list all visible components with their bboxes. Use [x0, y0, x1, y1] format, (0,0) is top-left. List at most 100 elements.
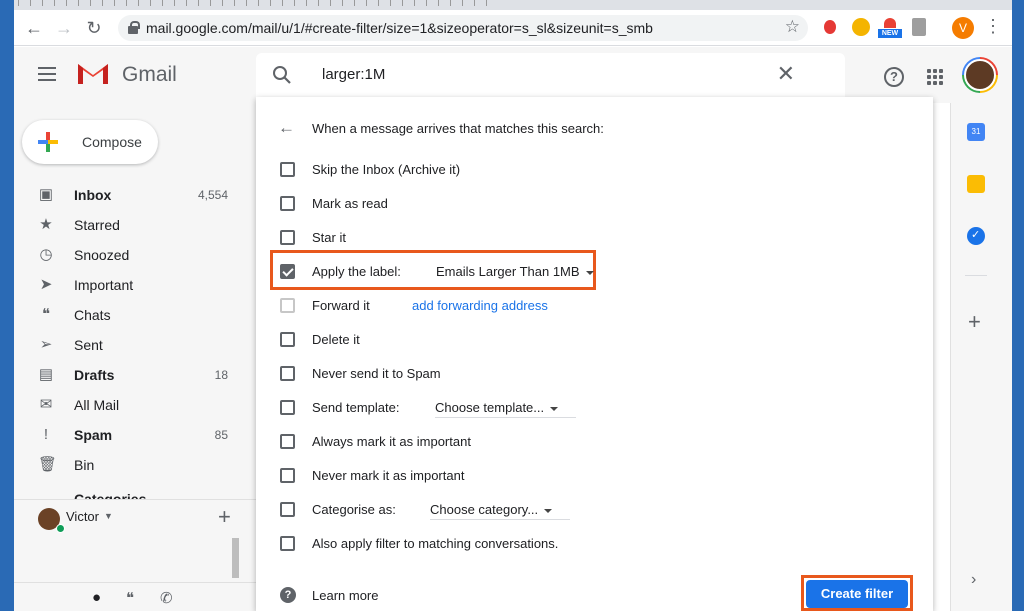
lock-icon — [128, 21, 140, 34]
compose-button[interactable]: Compose — [22, 120, 158, 164]
option-categorise[interactable]: Categorise as: Choose category... — [280, 498, 840, 522]
extension-red-icon[interactable] — [824, 20, 836, 34]
sidebar-item-chats[interactable]: ❝ Chats — [14, 300, 256, 330]
extension-ball-icon[interactable] — [852, 18, 870, 36]
learn-more-link[interactable]: Learn more — [312, 588, 378, 603]
star-it-checkbox[interactable] — [280, 230, 295, 245]
tab-fragment — [186, 0, 194, 6]
category-select[interactable]: Choose category... — [430, 502, 571, 520]
option-forward-it[interactable]: Forward it add forwarding address — [280, 294, 840, 318]
create-filter-button[interactable]: Create filter — [806, 580, 908, 608]
never-spam-checkbox[interactable] — [280, 366, 295, 381]
option-label: Skip the Inbox (Archive it) — [312, 162, 461, 177]
apps-grid-icon[interactable] — [927, 69, 943, 85]
tasks-icon[interactable] — [967, 227, 985, 245]
keep-icon[interactable] — [967, 175, 985, 193]
compose-plus-icon — [38, 132, 58, 152]
back-arrow-icon[interactable]: ← — [22, 16, 46, 40]
add-forwarding-address-link[interactable]: add forwarding address — [412, 298, 548, 313]
tab-fragment — [42, 0, 50, 6]
tab-fragment — [342, 0, 350, 6]
hangouts-scrollbar[interactable] — [232, 538, 239, 578]
back-arrow-icon[interactable]: ← — [278, 118, 295, 138]
browser-menu-icon[interactable]: ⋮ — [984, 16, 1002, 37]
sidebar-item-sent[interactable]: ➢ Sent — [14, 330, 256, 360]
conversations-tab-icon[interactable]: ❝ — [126, 589, 134, 607]
sidebar-item-label: Starred — [74, 217, 120, 233]
template-select[interactable]: Choose template... — [435, 400, 577, 418]
option-always-important[interactable]: Always mark it as important — [280, 430, 840, 454]
add-contact-icon[interactable]: + — [218, 504, 231, 530]
reload-icon[interactable]: ↻ — [82, 16, 106, 40]
sidebar-item-all-mail[interactable]: ✉ All Mail — [14, 390, 256, 420]
main-menu-icon[interactable] — [38, 67, 56, 81]
create-filter-highlight: Create filter — [801, 575, 913, 611]
search-input[interactable]: larger:1M — [322, 66, 385, 83]
apply-label-checkbox[interactable] — [280, 264, 295, 279]
compose-label: Compose — [82, 134, 142, 150]
forward-arrow-icon[interactable]: → — [52, 16, 76, 40]
account-avatar[interactable] — [962, 57, 998, 93]
sidebar-item-spam[interactable]: ! Spam 85 — [14, 420, 256, 450]
get-addons-icon[interactable]: + — [968, 309, 981, 335]
option-label: Delete it — [312, 332, 360, 347]
never-important-checkbox[interactable] — [280, 468, 295, 483]
clear-search-icon[interactable]: ✕ — [777, 61, 795, 87]
contacts-tab-icon[interactable]: ● — [92, 589, 101, 606]
option-never-important[interactable]: Never mark it as important — [280, 464, 840, 488]
tab-strip[interactable] — [14, 0, 1012, 10]
url-text[interactable]: mail.google.com/mail/u/1/#create-filter/… — [146, 20, 653, 36]
chevron-right-icon[interactable]: › — [971, 571, 976, 589]
search-icon[interactable] — [272, 65, 292, 85]
side-panel: 31 + › — [950, 103, 1012, 611]
sidebar-item-snoozed[interactable]: ◷ Snoozed — [14, 240, 256, 270]
sidebar-item-count: 18 — [214, 368, 228, 382]
option-label: Forward it — [312, 298, 370, 313]
left-sidebar: Compose ▣ Inbox 4,554 ★ Starred ◷ Snoozed ➤ Impo… — [14, 103, 256, 611]
sidebar-item-categories[interactable]: Categories — [14, 489, 256, 499]
sidebar-item-bin[interactable]: 🗑 Bin — [14, 450, 256, 480]
online-status-dot — [56, 524, 65, 533]
tab-fragment — [78, 0, 86, 6]
send-icon: ➢ — [39, 336, 53, 353]
option-never-spam[interactable]: Never send it to Spam — [280, 362, 840, 386]
calendar-icon[interactable]: 31 — [967, 123, 985, 141]
phone-tab-icon[interactable]: ✆ — [160, 589, 173, 607]
option-mark-read[interactable]: Mark as read — [280, 192, 840, 216]
categorise-checkbox[interactable] — [280, 502, 295, 517]
forward-it-checkbox[interactable] — [280, 298, 295, 313]
tab-fragment — [294, 0, 302, 6]
address-bar[interactable]: mail.google.com/mail/u/1/#create-filter/… — [118, 15, 808, 41]
always-important-checkbox[interactable] — [280, 434, 295, 449]
option-send-template[interactable]: Send template: Choose template... — [280, 396, 840, 420]
search-bar[interactable]: larger:1M ✕ — [256, 53, 845, 97]
delete-it-checkbox[interactable] — [280, 332, 295, 347]
sidebar-item-drafts[interactable]: ▤ Drafts 18 — [14, 360, 256, 390]
sidebar-item-starred[interactable]: ★ Starred — [14, 210, 256, 240]
sidebar-item-important[interactable]: ➤ Important — [14, 270, 256, 300]
bookmark-star-icon[interactable]: ☆ — [785, 17, 800, 37]
mark-read-checkbox[interactable] — [280, 196, 295, 211]
tab-fragment — [30, 0, 38, 6]
help-icon[interactable]: ? — [884, 67, 904, 87]
sidebar-item-label: Spam — [74, 427, 113, 443]
label-select[interactable]: Emails Larger Than 1MB — [436, 264, 594, 279]
option-delete-it[interactable]: Delete it — [280, 328, 840, 352]
option-skip-inbox[interactable]: Skip the Inbox (Archive it) — [280, 158, 840, 182]
tab-fragment — [282, 0, 290, 6]
chevron-down-icon[interactable]: ▼ — [104, 511, 113, 521]
extension-new-icon[interactable]: NEW — [878, 18, 902, 38]
sidebar-item-inbox[interactable]: ▣ Inbox 4,554 — [14, 180, 256, 210]
option-also-apply[interactable]: Also apply filter to matching conversati… — [280, 532, 840, 556]
gmail-logo-icon[interactable] — [76, 60, 110, 86]
option-apply-label[interactable]: Apply the label: Emails Larger Than 1MB — [280, 260, 840, 284]
hangouts-user-name[interactable]: Victor — [66, 509, 99, 524]
send-template-checkbox[interactable] — [280, 400, 295, 415]
profile-avatar[interactable]: V — [952, 17, 974, 39]
spam-icon: ! — [43, 426, 49, 443]
extension-feather-icon[interactable] — [912, 18, 926, 36]
tab-fragment — [438, 0, 446, 6]
skip-inbox-checkbox[interactable] — [280, 162, 295, 177]
option-star-it[interactable]: Star it — [280, 226, 840, 250]
also-apply-checkbox[interactable] — [280, 536, 295, 551]
